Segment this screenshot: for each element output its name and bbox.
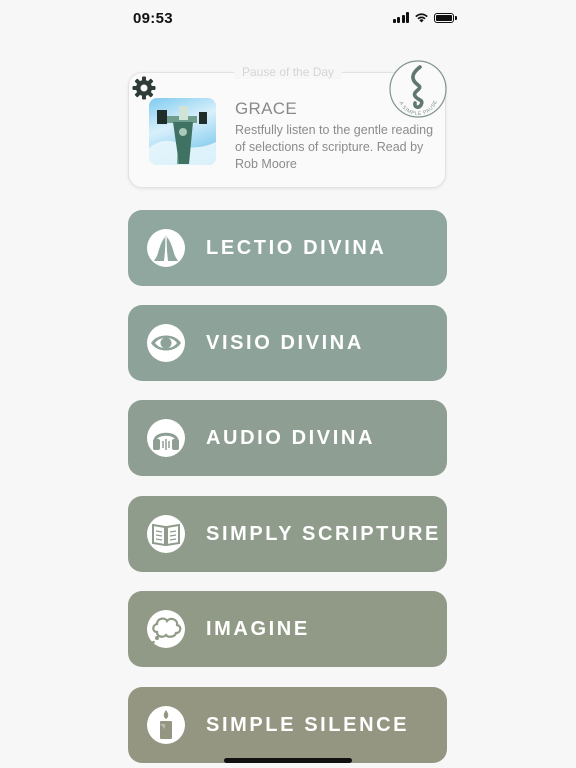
a-simple-pause-logo: A SIMPLE PAUSE [389, 60, 447, 118]
simple-silence-button[interactable]: SIMPLE SILENCE [128, 687, 447, 763]
gear-icon[interactable] [131, 75, 157, 101]
home-indicator[interactable] [224, 758, 352, 763]
imagine-button[interactable]: IMAGINE [128, 591, 447, 667]
featured-description: Restfully listen to the gentle reading o… [235, 123, 434, 171]
audio-divina-label: AUDIO DIVINA [206, 426, 375, 449]
book-icon [152, 523, 180, 547]
candle-icon [160, 710, 172, 739]
pause-of-the-day-card[interactable]: Pause of the Day GRACE Restfully listen … [128, 60, 447, 188]
battery-icon [434, 12, 457, 23]
praying-hands-icon [154, 236, 178, 261]
wifi-icon [415, 13, 428, 23]
visio-divina-label: VISIO DIVINA [206, 331, 364, 354]
status-icons [392, 12, 457, 23]
featured-title: GRACE [235, 99, 297, 118]
lectio-divina-label: LECTIO DIVINA [206, 236, 387, 259]
audio-divina-button[interactable]: AUDIO DIVINA [128, 400, 447, 476]
simple-silence-label: SIMPLE SILENCE [206, 713, 410, 736]
simply-scripture-label: SIMPLY SCRIPTURE [206, 522, 441, 545]
grace-thumbnail[interactable] [149, 98, 216, 165]
thought-bubble-icon [152, 617, 182, 644]
status-time: 09:53 [133, 10, 173, 27]
visio-divina-button[interactable]: VISIO DIVINA [128, 305, 447, 381]
imagine-label: IMAGINE [206, 617, 310, 640]
section-title: Pause of the Day [234, 65, 343, 79]
lectio-divina-button[interactable]: LECTIO DIVINA [128, 210, 447, 286]
cellular-signal-icon [392, 12, 409, 23]
simply-scripture-button[interactable]: SIMPLY SCRIPTURE [128, 496, 447, 572]
eye-icon [151, 335, 181, 351]
headphones-icon [153, 432, 179, 450]
